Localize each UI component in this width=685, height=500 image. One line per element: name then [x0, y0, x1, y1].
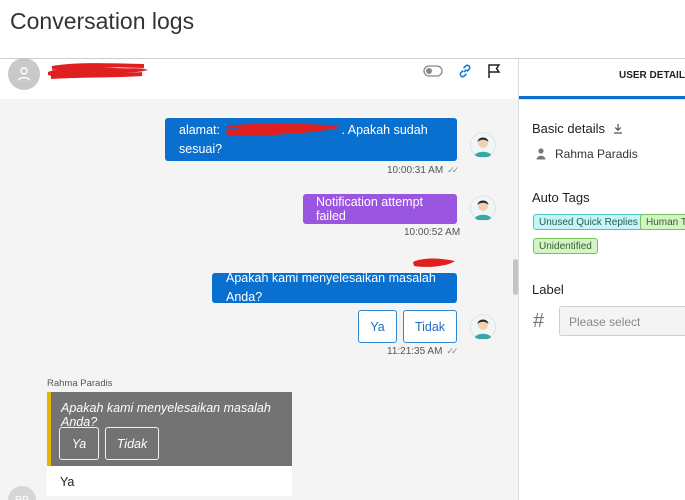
- label-select-dropdown[interactable]: Please select: [559, 306, 685, 336]
- tab-divider: [519, 99, 685, 100]
- user-reply-message: Ya: [47, 466, 292, 496]
- tag-human: Human T: [640, 214, 685, 230]
- contact-avatar[interactable]: [8, 58, 40, 90]
- card-tidak-button[interactable]: Tidak: [105, 427, 159, 460]
- tag-unused-quick-replies: Unused Quick Replies: [533, 214, 644, 230]
- agent-avatar: [470, 195, 496, 221]
- chat-header: [0, 58, 519, 99]
- read-ticks-icon: ✓✓: [446, 346, 458, 356]
- redacted-sender: [413, 258, 455, 267]
- download-icon[interactable]: [613, 123, 623, 134]
- user-details-panel: USER DETAILS Basic details Rahma Paradis…: [519, 59, 685, 500]
- label-section-title: Label: [532, 282, 564, 297]
- user-avatar: RP: [8, 486, 36, 500]
- feedback-question-message: Apakah kami menyelesaikan masalah Anda?: [212, 271, 457, 304]
- card-ya-button[interactable]: Ya: [59, 427, 99, 460]
- agent-message-address: alamat: . Apakah sudah sesuai?: [165, 118, 457, 161]
- read-ticks-icon: ✓✓: [447, 165, 459, 175]
- tab-user-details[interactable]: USER DETAILS: [619, 70, 685, 81]
- agent-avatar-icon: [470, 195, 496, 221]
- chat-messages-area[interactable]: alamat: . Apakah sudah sesuai? 10:00:31 …: [0, 99, 519, 500]
- quick-reply-ya-button[interactable]: Ya: [358, 310, 397, 343]
- flag-icon[interactable]: [487, 63, 501, 79]
- quick-reply-tidak-button[interactable]: Tidak: [403, 310, 457, 343]
- chat-scrollbar[interactable]: [513, 259, 518, 295]
- user-quick-reply-card: Apakah kami menyelesaikan masalah Anda? …: [47, 392, 292, 466]
- notification-failed-message: Notification attempt failed: [303, 194, 457, 224]
- hash-icon: #: [533, 310, 545, 332]
- tag-unidentified: Unidentified: [533, 238, 598, 254]
- user-card-question: Apakah kami menyelesaikan masalah Anda?: [61, 401, 271, 429]
- auto-tags-title: Auto Tags: [532, 190, 590, 205]
- chat-header-actions: [423, 63, 501, 79]
- agent-avatar: [470, 314, 496, 340]
- agent-avatar-icon: [470, 132, 496, 158]
- redacted-contact-name: [48, 63, 148, 79]
- user-icon: [17, 67, 31, 81]
- agent-avatar: [470, 132, 496, 158]
- person-icon: [536, 148, 546, 160]
- message-timestamp: 10:00:52 AM: [404, 227, 461, 238]
- basic-details-title: Basic details: [532, 121, 605, 136]
- message-timestamp: 10:00:31 AM ✓✓: [387, 165, 459, 176]
- user-sender-name: Rahma Paradis: [47, 378, 113, 389]
- link-icon[interactable]: [457, 63, 473, 79]
- toggle-icon[interactable]: [423, 65, 443, 77]
- contact-name: Rahma Paradis: [555, 147, 638, 161]
- contact-name-row: Rahma Paradis: [536, 147, 638, 161]
- agent-avatar-icon: [470, 314, 496, 340]
- page-title: Conversation logs: [10, 8, 195, 34]
- message-timestamp: 11:21:35 AM ✓✓: [387, 346, 459, 357]
- basic-details-section: Basic details: [532, 121, 623, 136]
- redacted-address: [225, 123, 339, 136]
